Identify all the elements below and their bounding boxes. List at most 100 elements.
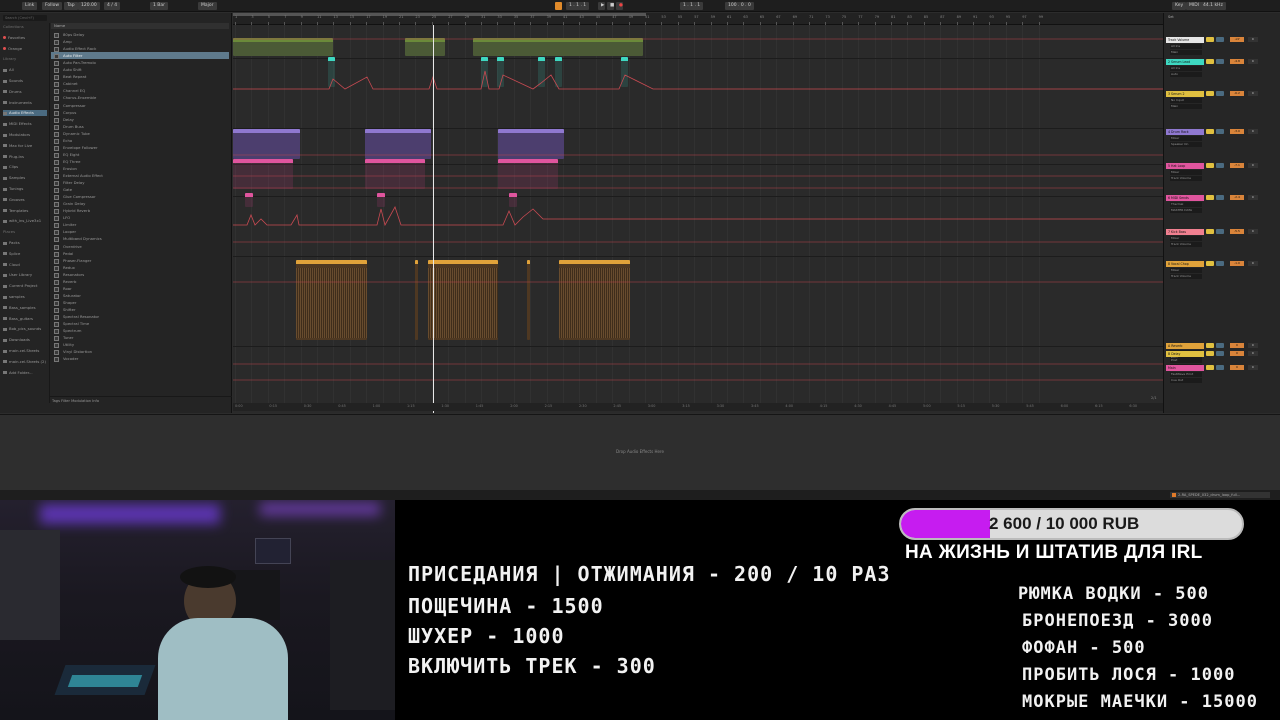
stop-icon[interactable]: ■: [607, 2, 614, 10]
browser-category[interactable]: Instruments: [3, 100, 47, 106]
track-activator-button[interactable]: [1206, 195, 1214, 200]
volume-field[interactable]: -1.0: [1230, 261, 1244, 266]
pan-knob[interactable]: C: [1248, 59, 1258, 64]
solo-button[interactable]: [1216, 195, 1224, 200]
time-signature-field[interactable]: 4 / 4: [104, 2, 121, 10]
browser-list-item[interactable]: Erosion: [51, 165, 229, 172]
solo-button[interactable]: [1216, 37, 1224, 42]
browser-list-item[interactable]: Resonators: [51, 271, 229, 278]
browser-list-item[interactable]: 80ps Delay: [51, 31, 229, 38]
browser-category[interactable]: with_ins_Live3x1: [3, 218, 47, 224]
track-activator-button[interactable]: [1206, 129, 1214, 134]
input-routing-menu[interactable]: Mixer: [1170, 170, 1202, 175]
input-routing-menu[interactable]: Mixer: [1170, 236, 1202, 241]
browser-list-item[interactable]: EQ Three: [51, 158, 229, 165]
volume-field[interactable]: -4.8: [1230, 59, 1244, 64]
browser-category[interactable]: Splice: [3, 251, 47, 257]
quantize-menu[interactable]: 1 Bar: [150, 2, 168, 10]
browser-list-item[interactable]: Glue Compressor: [51, 193, 229, 201]
track-activator-button[interactable]: [1206, 59, 1214, 64]
volume-field[interactable]: -5.5: [1230, 229, 1244, 234]
output-routing-menu[interactable]: Track Volume: [1170, 274, 1202, 279]
browser-list-item[interactable]: Phaser-Flanger: [51, 257, 229, 264]
browser-list-header[interactable]: Name: [51, 23, 229, 29]
browser-list-item[interactable]: Corpus: [51, 109, 229, 116]
browser-footer-tabs[interactable]: Tags Filter Modulation Info: [49, 396, 232, 404]
browser-category[interactable]: main.cel.Sheets: [3, 348, 47, 354]
browser-list-item[interactable]: Utility: [51, 341, 229, 349]
solo-button[interactable]: [1216, 365, 1224, 370]
browser-list-item[interactable]: Beat Repeat: [51, 73, 229, 81]
track-activator-button[interactable]: [1206, 229, 1214, 234]
browser-category[interactable]: Bass_samples: [3, 305, 47, 311]
input-routing-menu[interactable]: All Ins: [1170, 44, 1202, 49]
pan-knob[interactable]: C: [1248, 351, 1258, 356]
browser-category[interactable]: Packs: [3, 240, 47, 246]
output-routing-menu[interactable]: Track Volume: [1170, 242, 1202, 247]
selected-clip-name[interactable]: 2-RA_SPEDE_032_drum_loop_full...: [1170, 492, 1270, 498]
browser-list-item[interactable]: Overdrive: [51, 243, 229, 250]
browser-list-item[interactable]: Tuner: [51, 334, 229, 342]
solo-button[interactable]: [1216, 59, 1224, 64]
output-routing-menu[interactable]: Main: [1170, 50, 1202, 55]
input-routing-menu[interactable]: Mixer: [1170, 136, 1202, 141]
playhead[interactable]: [433, 25, 434, 413]
volume-field[interactable]: -3.0: [1230, 129, 1244, 134]
solo-button[interactable]: [1216, 351, 1224, 356]
browser-list-item[interactable]: Auto Filter: [51, 52, 229, 60]
browser-list-item[interactable]: Spectrum: [51, 327, 229, 335]
mixer-track-name[interactable]: 5 Hat Loop: [1166, 163, 1204, 169]
track-activator-button[interactable]: [1206, 261, 1214, 266]
key-scale-menu[interactable]: Major: [198, 2, 217, 10]
browser-category[interactable]: Templates: [3, 208, 47, 214]
browser-list-item[interactable]: Shifter: [51, 306, 229, 313]
mixer-track-name[interactable]: 8 Vocal Chop: [1166, 261, 1204, 267]
play-icon[interactable]: ▶: [598, 2, 605, 10]
browser-list-item[interactable]: Spectral Resonator: [51, 313, 229, 320]
solo-button[interactable]: [1216, 163, 1224, 168]
browser-list-item[interactable]: Cabinet: [51, 80, 229, 88]
mixer-track-name[interactable]: 7 Kick Bass: [1166, 229, 1204, 235]
output-routing-menu[interactable]: Track Volume: [1170, 176, 1202, 181]
browser-category[interactable]: MIDI Effects: [3, 121, 47, 127]
pan-knob[interactable]: C: [1248, 129, 1258, 134]
mixer-track-name[interactable]: 6 MIDI Sends: [1166, 195, 1204, 201]
volume-field[interactable]: 0: [1230, 365, 1244, 370]
browser-category[interactable]: Favorites: [3, 35, 47, 41]
solo-button[interactable]: [1216, 129, 1224, 134]
browser-list-item[interactable]: Amp: [51, 38, 229, 46]
browser-list-item[interactable]: Envelope Follower: [51, 144, 229, 151]
browser-category[interactable]: Current Project: [3, 283, 47, 289]
browser-category[interactable]: Max for Live: [3, 143, 47, 149]
browser-list-item[interactable]: EQ Eight: [51, 151, 229, 158]
browser-category[interactable]: Add Folder...: [3, 370, 47, 376]
output-routing-menu[interactable]: MASTER DATA: [1170, 208, 1202, 213]
volume-field[interactable]: -6.2: [1230, 91, 1244, 96]
browser-category[interactable]: User Library: [3, 272, 47, 278]
output-routing-menu[interactable]: Cue Out: [1170, 378, 1202, 383]
browser-list-item[interactable]: Reverb: [51, 278, 229, 285]
browser-list-item[interactable]: Compressor: [51, 102, 229, 109]
volume-field[interactable]: 0: [1230, 351, 1244, 356]
browser-category[interactable]: Samples: [3, 175, 47, 181]
pan-knob[interactable]: C: [1248, 91, 1258, 96]
browser-list-item[interactable]: Drum Buss: [51, 123, 229, 130]
browser-list-item[interactable]: Channel EQ: [51, 87, 229, 95]
browser-category[interactable]: Cloud: [3, 262, 47, 268]
input-routing-menu[interactable]: Post: [1170, 358, 1202, 363]
browser-list-item[interactable]: Multiband Dynamics: [51, 235, 229, 243]
browser-list-item[interactable]: Spectral Time: [51, 320, 229, 328]
browser-category[interactable]: Modulators: [3, 132, 47, 138]
track-activator-button[interactable]: [1206, 91, 1214, 96]
browser-category[interactable]: main.cel.Sheets (2): [3, 359, 47, 365]
browser-category[interactable]: Drums: [3, 89, 47, 95]
loop-length-field[interactable]: 100 . 0 . 0: [725, 2, 754, 10]
input-routing-menu[interactable]: Mixer: [1170, 268, 1202, 273]
browser-category[interactable]: Clips: [3, 164, 47, 170]
metronome-icon[interactable]: [555, 2, 562, 10]
browser-list-item[interactable]: External Audio Effect: [51, 172, 229, 179]
input-routing-menu[interactable]: FastWave Print: [1170, 372, 1202, 377]
mixer-track-name[interactable]: Track Volume: [1166, 37, 1204, 43]
automation-envelopes[interactable]: [233, 13, 1163, 413]
browser-list-item[interactable]: Limiter: [51, 221, 229, 229]
